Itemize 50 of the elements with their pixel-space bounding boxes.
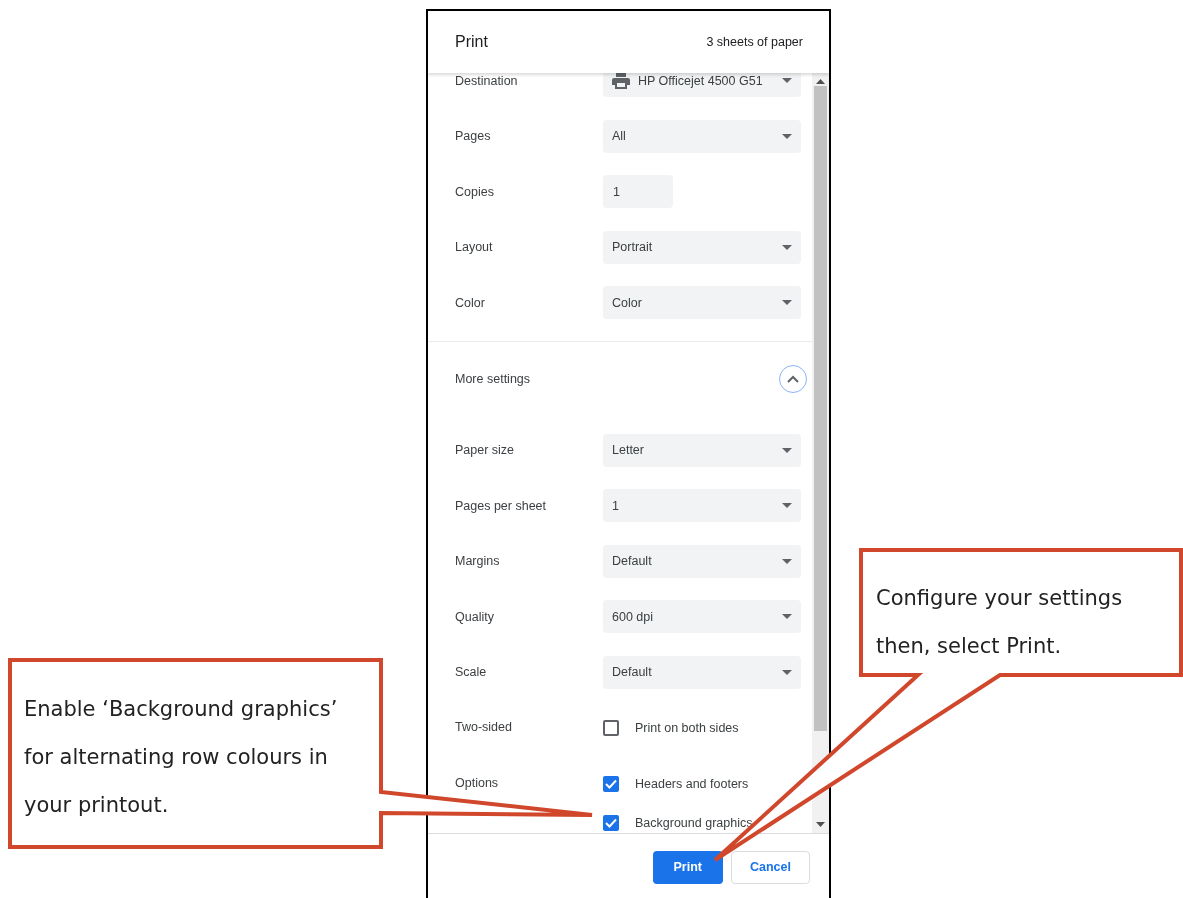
setting-label: Margins [455, 554, 501, 569]
setting-label: Quality [455, 609, 495, 624]
dropdown-caret-icon [782, 614, 792, 620]
checkbox-label[interactable]: Background graphics [635, 815, 753, 830]
destination-dropdown[interactable]: HP Officejet 4500 G51 [603, 73, 801, 98]
setting-label: Two-sided [455, 720, 513, 734]
setting-label: Color [455, 295, 486, 310]
checkbox-label[interactable]: Headers and footers [635, 776, 749, 791]
setting-label: Paper size [455, 443, 516, 458]
setting-label: Destination [455, 73, 519, 88]
setting-label: Pages [455, 129, 492, 144]
dialog-title: Print [455, 33, 488, 51]
printer-icon [612, 73, 630, 89]
checkbox[interactable] [603, 775, 619, 792]
dropdown-caret-icon [782, 78, 792, 84]
setting-dropdown[interactable]: 1 [603, 489, 801, 523]
dropdown-caret-icon [782, 669, 792, 675]
setting-label: Options [455, 775, 500, 790]
setting-label: Layout [455, 240, 494, 255]
setting-label: Copies [455, 184, 495, 199]
setting-dropdown[interactable]: Default [603, 655, 801, 689]
copies-input-field[interactable]: 1 [603, 175, 673, 209]
dropdown-caret-icon [782, 133, 792, 139]
dropdown-caret-icon [782, 447, 792, 453]
callout-text: Configure your settings then, select Print. [876, 585, 1124, 660]
scroll-down-icon[interactable] [816, 822, 825, 827]
callout-text: Enable ‘Background graphics’ for alternating row colours in your printout. [24, 696, 339, 819]
scrollbar[interactable] [812, 73, 829, 833]
chevron-up-icon [787, 374, 799, 383]
print-button[interactable]: Print [652, 850, 723, 884]
checkbox[interactable] [603, 814, 619, 831]
setting-dropdown[interactable]: Letter [603, 433, 801, 467]
setting-label: Scale [455, 665, 488, 680]
dropdown-caret-icon [782, 503, 792, 509]
collapse-button[interactable] [779, 364, 807, 393]
setting-dropdown[interactable]: Default [603, 544, 801, 578]
dropdown-caret-icon [782, 244, 792, 250]
dropdown-caret-icon [782, 300, 792, 306]
sheet-count: 3 sheets of paper [706, 35, 803, 49]
cancel-button[interactable]: Cancel [731, 850, 810, 884]
setting-label: Pages per sheet [455, 498, 548, 513]
dropdown-caret-icon [782, 558, 792, 564]
setting-dropdown[interactable]: Portrait [603, 230, 801, 264]
setting-dropdown[interactable]: All [603, 119, 801, 153]
checkbox[interactable] [603, 720, 619, 736]
setting-dropdown[interactable]: 600 dpi [603, 600, 801, 634]
scroll-up-icon[interactable] [816, 79, 825, 84]
setting-dropdown[interactable]: Color [603, 286, 801, 320]
checkbox-label[interactable]: Print on both sides [635, 721, 739, 735]
more-settings-label: More settings [455, 371, 532, 386]
